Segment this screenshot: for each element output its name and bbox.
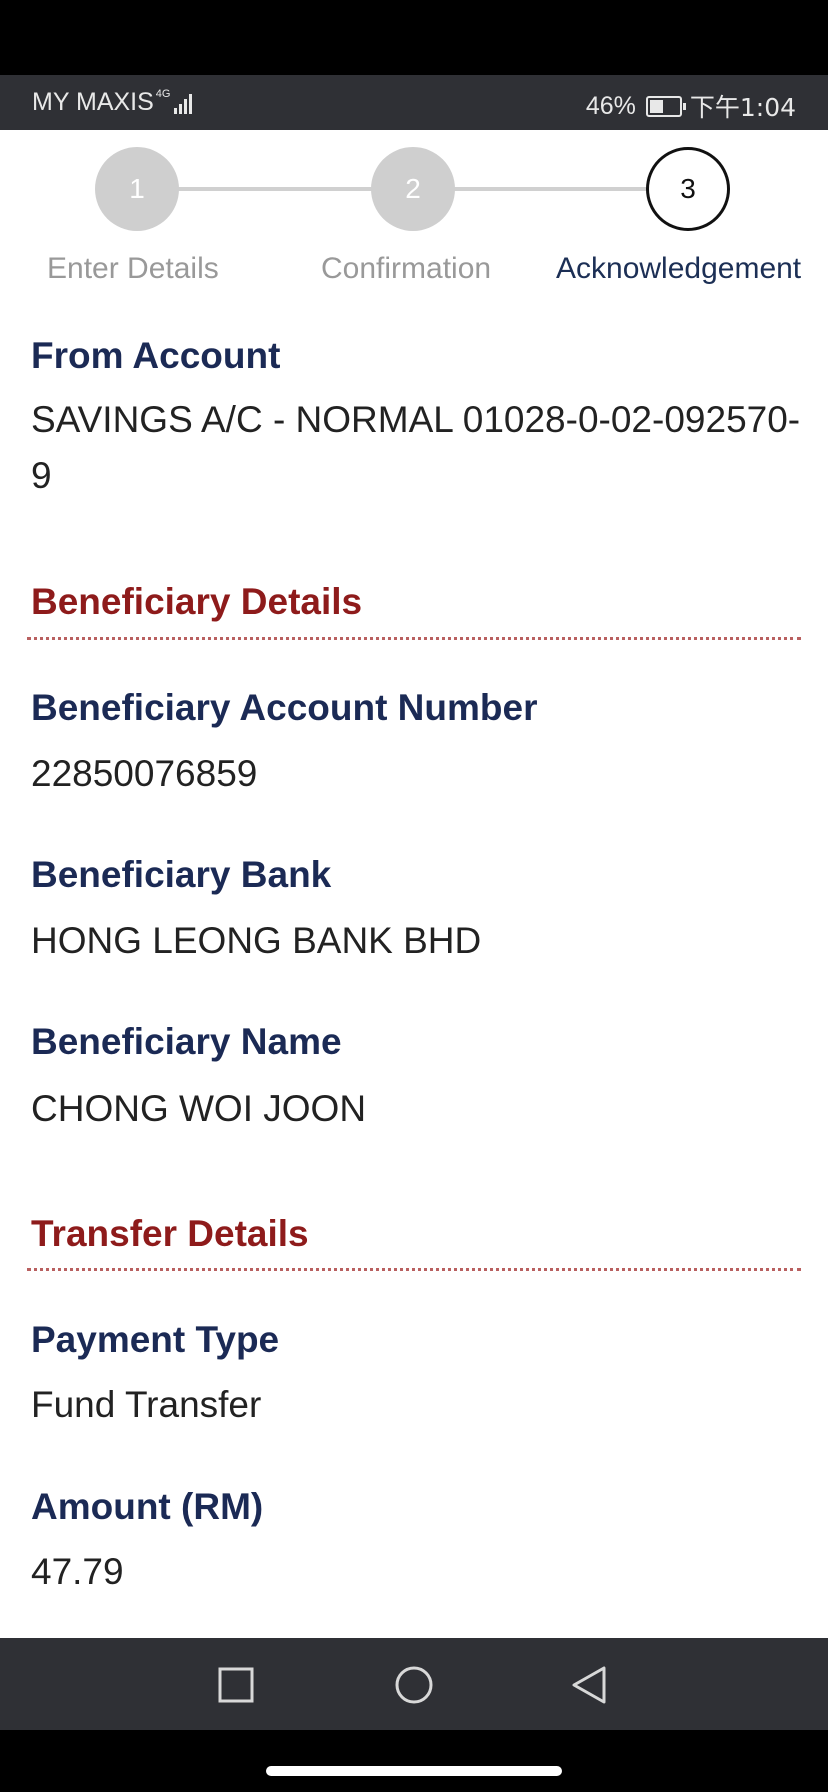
beneficiary-account-number-label: Beneficiary Account Number [31, 687, 538, 728]
step-2-label: Confirmation [321, 252, 492, 285]
back-icon[interactable] [568, 1664, 610, 1706]
beneficiary-name-value: CHONG WOI JOON [31, 1088, 367, 1129]
payment-type-label: Payment Type [31, 1319, 280, 1360]
step-connector-2 [454, 187, 648, 191]
beneficiary-section-title: Beneficiary Details [31, 581, 363, 622]
status-bar: MY MAXIS 4G 46% 下午1:04 [0, 75, 828, 130]
step-connector-1 [178, 187, 372, 191]
carrier-name: MY MAXIS [32, 88, 154, 116]
top-bezel [0, 0, 828, 75]
battery-percent: 46% [585, 91, 636, 120]
amount-label: Amount (RM) [31, 1486, 264, 1527]
from-account-value: SAVINGS A/C - NORMAL 01028-0-02-092570-9 [31, 399, 801, 496]
step-1-label: Enter Details [47, 252, 219, 285]
step-3-label: Acknowledgement [556, 252, 802, 285]
status-right: 46% 下午1:04 [586, 88, 796, 124]
status-left: MY MAXIS 4G [32, 88, 194, 117]
network-type: 4G [155, 88, 171, 100]
step-1-circle: 1 [95, 147, 179, 231]
transfer-divider [27, 1268, 801, 1271]
from-account-label: From Account [31, 335, 281, 376]
beneficiary-name-label: Beneficiary Name [31, 1021, 342, 1062]
step-3-circle: 3 [646, 147, 730, 231]
progress-stepper: 1 2 3 Enter Details Confirmation Acknowl… [0, 130, 828, 300]
acknowledgement-screen: 1 2 3 Enter Details Confirmation Acknowl… [0, 130, 828, 1638]
recent-apps-icon[interactable] [215, 1664, 257, 1706]
beneficiary-account-number-value: 22850076859 [31, 753, 258, 794]
transfer-section-title: Transfer Details [31, 1213, 309, 1254]
battery-icon [645, 95, 686, 117]
home-indicator[interactable] [266, 1766, 562, 1776]
payment-type-value: Fund Transfer [31, 1384, 262, 1425]
beneficiary-bank-label: Beneficiary Bank [31, 854, 332, 895]
system-nav-bar [0, 1638, 828, 1730]
beneficiary-bank-value: HONG LEONG BANK BHD [31, 920, 482, 961]
amount-value: 47.79 [31, 1551, 124, 1592]
beneficiary-divider [27, 637, 801, 640]
bottom-bezel [0, 1730, 828, 1792]
signal-icon [174, 92, 194, 114]
step-2-circle: 2 [371, 147, 455, 231]
clock: 下午1:04 [689, 93, 796, 122]
home-icon[interactable] [393, 1664, 435, 1706]
